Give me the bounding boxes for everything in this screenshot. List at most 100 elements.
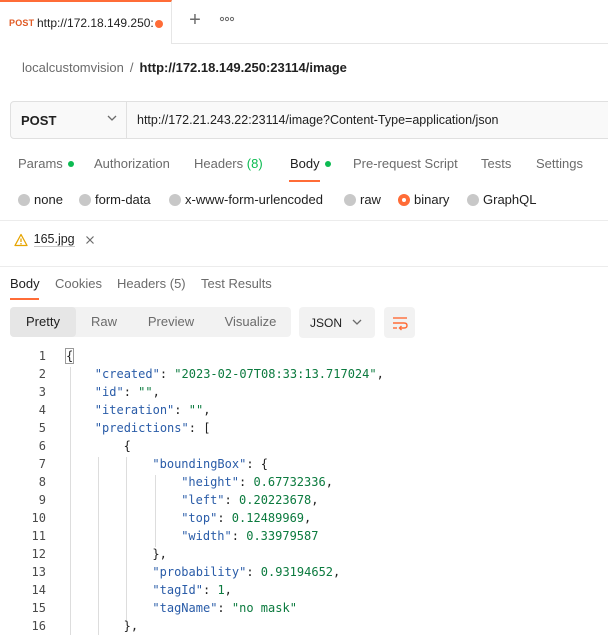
- breadcrumb-request-name[interactable]: http://172.18.149.250:23114/image: [140, 60, 347, 75]
- divider: [0, 266, 608, 267]
- unsaved-changes-dot: [155, 20, 163, 28]
- line-number: 2: [38, 367, 46, 381]
- code-text: "probability": 0.93194652,: [152, 565, 341, 579]
- view-pretty-button[interactable]: Pretty: [10, 307, 76, 337]
- request-tab-method: POST: [9, 18, 35, 28]
- line-number: 16: [31, 619, 46, 633]
- method-select[interactable]: POST: [11, 102, 127, 138]
- code-line: 6{: [0, 439, 608, 457]
- code-line: 5 "predictions": [: [0, 421, 608, 439]
- body-type-radios: none form-data x-www-form-urlencoded raw…: [0, 190, 608, 212]
- active-response-tab-underline: [10, 298, 39, 300]
- code-text: "top": 0.12489969,: [181, 511, 312, 525]
- line-number: 12: [31, 547, 46, 561]
- format-select[interactable]: JSON: [299, 307, 375, 338]
- breadcrumb: localcustomvision / http://172.18.149.250:…: [22, 60, 347, 76]
- radio-none[interactable]: none: [18, 192, 63, 207]
- response-tab-body[interactable]: Body: [10, 276, 40, 291]
- new-tab-plus-icon[interactable]: +: [185, 10, 205, 32]
- warning-icon: [14, 233, 28, 246]
- radio-form-data[interactable]: form-data: [79, 192, 151, 207]
- request-tab[interactable]: POST http://172.18.149.250:: [0, 0, 172, 44]
- code-text: "boundingBox": {: [152, 457, 269, 471]
- line-number: 10: [31, 511, 46, 525]
- remove-file-close-icon[interactable]: [85, 235, 95, 245]
- code-text: {: [64, 348, 75, 364]
- response-body-editor[interactable]: 1{2 "created": "2023-02-07T08:33:13.71702…: [0, 348, 608, 635]
- breadcrumb-separator: /: [129, 60, 134, 75]
- request-tabs: Params Authorization Headers (8) Body Pr…: [0, 152, 608, 182]
- code-line: 3 "id": "",: [0, 385, 608, 403]
- code-line: 13 "probability": 0.93194652,: [0, 565, 608, 583]
- code-text: "left": 0.20223678,: [181, 493, 319, 507]
- tab-tests[interactable]: Tests: [481, 156, 511, 171]
- code-text: {: [123, 439, 131, 453]
- code-line: 11 "width": 0.33979587: [0, 529, 608, 547]
- code-line: 15 "tagName": "no mask": [0, 601, 608, 619]
- line-number: 5: [38, 421, 46, 435]
- code-line: 12},: [0, 547, 608, 565]
- chevron-down-icon: [107, 115, 117, 121]
- code-line: 9 "left": 0.20223678,: [0, 493, 608, 511]
- code-line: 10 "top": 0.12489969,: [0, 511, 608, 529]
- line-number: 14: [31, 583, 46, 597]
- line-number: 6: [38, 439, 46, 453]
- wrap-lines-button[interactable]: [384, 307, 415, 338]
- response-tab-headers[interactable]: Headers (5): [117, 276, 186, 291]
- breadcrumb-collection[interactable]: localcustomvision: [22, 60, 124, 75]
- active-tab-underline: [289, 180, 320, 182]
- view-preview-button[interactable]: Preview: [134, 307, 208, 337]
- tab-authorization[interactable]: Authorization: [94, 156, 170, 171]
- code-text: "predictions": [: [94, 421, 211, 435]
- selected-file: 165.jpg: [14, 231, 95, 249]
- code-line: 8 "height": 0.67732336,: [0, 475, 608, 493]
- line-number: 8: [38, 475, 46, 489]
- ellipsis-icon: [219, 16, 235, 22]
- code-line: 1{: [0, 348, 608, 367]
- code-text: "iteration": "",: [94, 403, 211, 417]
- radio-binary[interactable]: binary: [398, 192, 449, 207]
- view-raw-button[interactable]: Raw: [76, 307, 132, 337]
- more-tabs-icon[interactable]: [219, 12, 239, 32]
- params-indicator-dot: [67, 160, 74, 167]
- code-text: "height": 0.67732336,: [181, 475, 333, 489]
- request-tab-strip: POST http://172.18.149.250: +: [0, 0, 608, 44]
- response-tabs: Body Cookies Headers (5) Test Results: [0, 275, 608, 301]
- line-number: 7: [38, 457, 46, 471]
- code-text: "width": 0.33979587: [181, 529, 319, 543]
- wrap-lines-icon: [393, 317, 408, 331]
- tab-body[interactable]: Body: [290, 156, 331, 171]
- radio-raw[interactable]: raw: [344, 192, 381, 207]
- response-tab-cookies[interactable]: Cookies: [55, 276, 102, 291]
- tab-settings[interactable]: Settings: [536, 156, 583, 171]
- radio-x-www-form-urlencoded[interactable]: x-www-form-urlencoded: [169, 192, 323, 207]
- request-tab-name: http://172.18.149.250:: [37, 16, 154, 30]
- tab-headers[interactable]: Headers (8): [194, 156, 263, 171]
- body-indicator-dot: [324, 160, 331, 167]
- line-number: 3: [38, 385, 46, 399]
- line-number: 13: [31, 565, 46, 579]
- code-text: "created": "2023-02-07T08:33:13.717024",: [94, 367, 384, 381]
- line-number: 15: [31, 601, 46, 615]
- code-line: 16},: [0, 619, 608, 635]
- format-value: JSON: [310, 316, 343, 330]
- line-number: 4: [38, 403, 46, 417]
- tab-params[interactable]: Params: [18, 156, 74, 171]
- url-bar: POST http://172.21.243.22:23114/image?Co…: [10, 101, 608, 139]
- line-number: 11: [31, 529, 46, 543]
- code-text: },: [152, 547, 167, 561]
- line-number: 1: [38, 349, 46, 363]
- line-number: 9: [38, 493, 46, 507]
- method-value: POST: [21, 113, 57, 128]
- view-mode-toggle: Pretty Raw Preview Visualize: [10, 307, 291, 337]
- code-line: 7 "boundingBox": {: [0, 457, 608, 475]
- tab-pre-request-script[interactable]: Pre-request Script: [353, 156, 458, 171]
- response-tab-test-results[interactable]: Test Results: [201, 276, 272, 291]
- code-line: 4 "iteration": "",: [0, 403, 608, 421]
- radio-graphql[interactable]: GraphQL: [467, 192, 536, 207]
- view-visualize-button[interactable]: Visualize: [210, 307, 291, 337]
- code-line: 2 "created": "2023-02-07T08:33:13.717024"…: [0, 367, 608, 385]
- code-text: "id": "",: [94, 385, 160, 399]
- url-input[interactable]: http://172.21.243.22:23114/image?Content…: [137, 113, 499, 127]
- code-text: },: [123, 619, 139, 633]
